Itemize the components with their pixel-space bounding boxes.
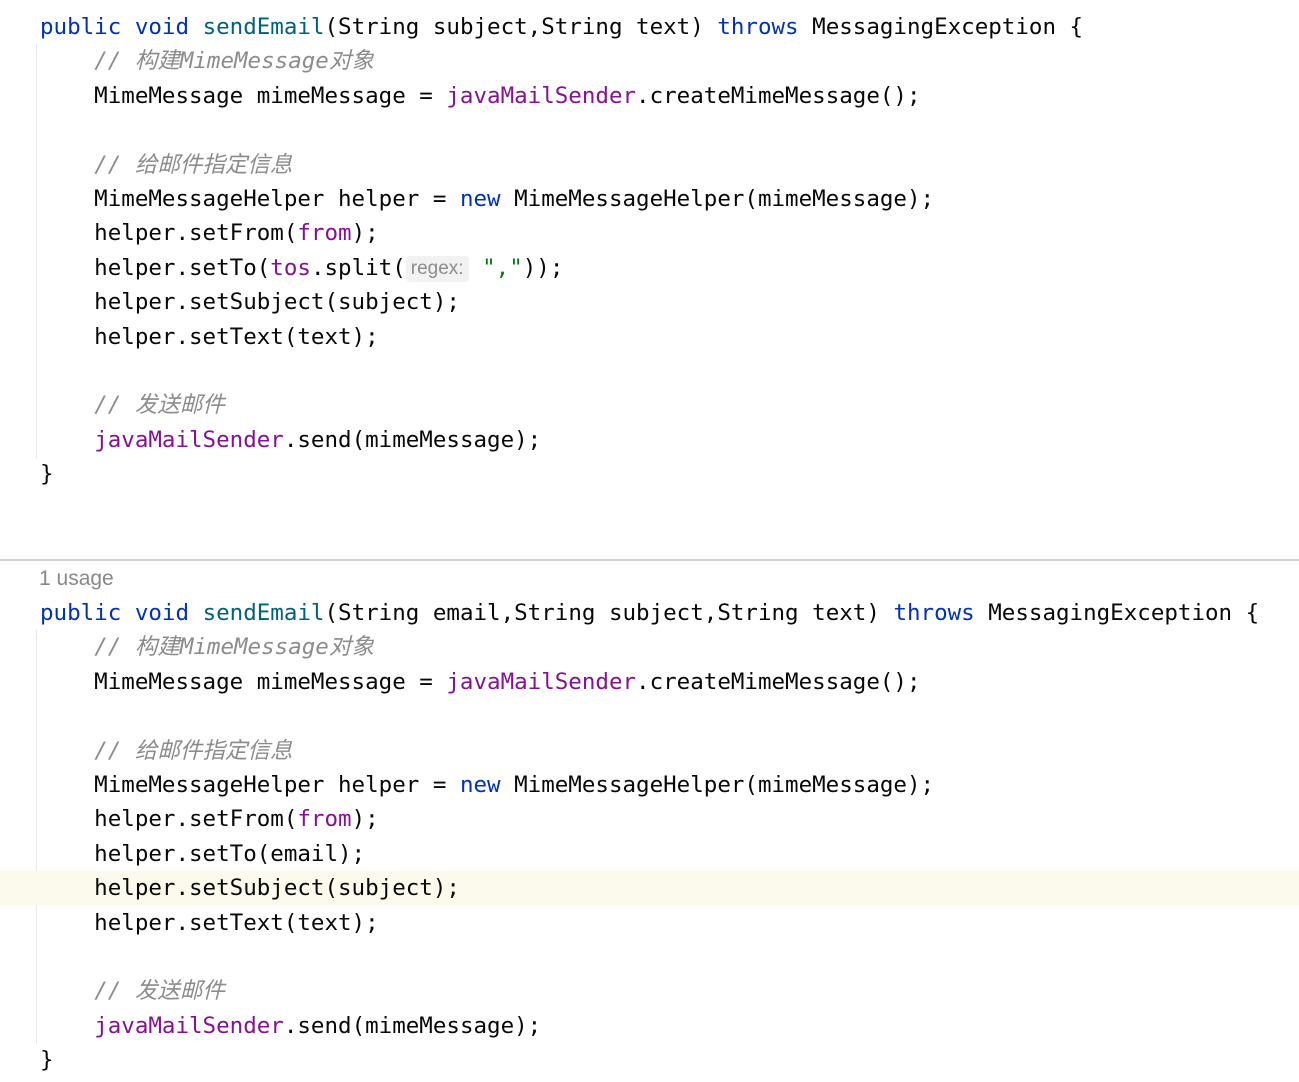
- code-line[interactable]: public void sendEmail(String email,Strin…: [0, 596, 1299, 630]
- code-line[interactable]: helper.setText(text);: [0, 906, 1299, 940]
- code-token: void: [134, 14, 190, 40]
- code-token: MimeMessageHelper(mimeMessage);: [500, 772, 935, 798]
- code-token: javaMailSender: [94, 1012, 284, 1039]
- code-token: MimeMessage mimeMessage =: [40, 82, 447, 109]
- code-line[interactable]: // 构建MimeMessage对象: [0, 630, 1299, 664]
- code-token: MimeMessageHelper helper =: [40, 772, 460, 798]
- code-token: from: [297, 806, 352, 833]
- code-token: tos: [270, 254, 311, 281]
- code-line[interactable]: [0, 354, 1299, 388]
- code-token: .send(mimeMessage);: [283, 1012, 542, 1039]
- method-separator: [0, 559, 1299, 561]
- code-line[interactable]: [0, 699, 1299, 733]
- code-token: MimeMessage mimeMessage =: [40, 668, 447, 695]
- code-line[interactable]: // 给邮件指定信息: [0, 734, 1299, 768]
- code-token: from: [297, 220, 352, 247]
- code-line[interactable]: public void sendEmail(String subject,Str…: [0, 10, 1299, 44]
- code-line[interactable]: }: [0, 1043, 1299, 1077]
- code-token: MessagingException {: [974, 600, 1260, 626]
- code-line[interactable]: // 构建MimeMessage对象: [0, 44, 1299, 78]
- parameter-hint: regex:: [405, 255, 469, 282]
- code-comment: // 给邮件指定信息: [94, 737, 293, 764]
- code-line[interactable]: javaMailSender.send(mimeMessage);: [0, 1009, 1299, 1043]
- code-token: ));: [522, 254, 564, 281]
- code-token: }: [40, 461, 54, 488]
- code-token: );: [351, 220, 379, 247]
- usage-hint[interactable]: 1 usage: [39, 562, 114, 596]
- code-token: helper.setSubject(subject);: [40, 875, 460, 902]
- code-token: }: [40, 1047, 54, 1074]
- code-token: throws: [717, 14, 799, 40]
- code-line[interactable]: MimeMessage mimeMessage = javaMailSender…: [0, 665, 1299, 699]
- code-token: .split(: [310, 254, 406, 281]
- code-comment: // 构建MimeMessage对象: [94, 48, 374, 75]
- code-token: helper.setTo(: [40, 254, 271, 281]
- code-token: .createMimeMessage();: [636, 82, 921, 109]
- code-token: helper.setSubject(subject);: [40, 289, 460, 316]
- code-token: helper.setTo(email);: [40, 840, 366, 867]
- code-comment: // 给邮件指定信息: [94, 151, 293, 178]
- code-token: throws: [893, 600, 975, 626]
- code-token: javaMailSender: [446, 668, 637, 695]
- code-token: helper.setFrom(: [40, 806, 298, 833]
- code-token: javaMailSender: [446, 82, 637, 109]
- code-line[interactable]: [0, 113, 1299, 147]
- code-line[interactable]: [0, 940, 1299, 974]
- code-token: javaMailSender: [94, 426, 284, 453]
- code-token: MimeMessageHelper(mimeMessage);: [500, 186, 935, 212]
- code-line[interactable]: MimeMessage mimeMessage = javaMailSender…: [0, 79, 1299, 113]
- code-line[interactable]: helper.setText(text);: [0, 320, 1299, 354]
- code-token: MessagingException {: [798, 14, 1084, 40]
- code-line[interactable]: helper.setFrom(from);: [0, 802, 1299, 836]
- code-line[interactable]: javaMailSender.send(mimeMessage);: [0, 423, 1299, 457]
- code-token: sendEmail: [202, 600, 325, 626]
- code-token: .send(mimeMessage);: [283, 426, 542, 453]
- code-line[interactable]: MimeMessageHelper helper = new MimeMessa…: [0, 768, 1299, 802]
- code-token: MimeMessageHelper helper =: [40, 186, 460, 212]
- code-line[interactable]: helper.setSubject(subject);: [0, 285, 1299, 319]
- code-token: (String subject,String text): [324, 14, 718, 40]
- code-comment: // 发送邮件: [94, 392, 225, 419]
- code-line[interactable]: helper.setTo(email);: [0, 837, 1299, 871]
- code-token: helper.setFrom(: [40, 220, 298, 247]
- code-line[interactable]: helper.setTo(tos.split(regex: ","));: [0, 251, 1299, 285]
- code-line[interactable]: // 发送邮件: [0, 388, 1299, 422]
- code-line[interactable]: helper.setSubject(subject);: [0, 871, 1299, 906]
- code-token: .createMimeMessage();: [636, 668, 921, 695]
- code-token: helper.setText(text);: [40, 909, 379, 936]
- code-token: void: [134, 600, 190, 626]
- code-token: ",": [482, 254, 523, 281]
- code-line[interactable]: // 给邮件指定信息: [0, 148, 1299, 182]
- code-line[interactable]: helper.setFrom(from);: [0, 216, 1299, 250]
- code-token: );: [351, 806, 379, 833]
- code-token: new: [459, 186, 501, 212]
- code-token: public: [40, 14, 122, 40]
- code-comment: // 构建MimeMessage对象: [94, 634, 374, 661]
- code-line[interactable]: // 发送邮件: [0, 974, 1299, 1008]
- code-token: (String email,String subject,String text…: [324, 600, 894, 626]
- code-token: helper.setText(text);: [40, 323, 379, 350]
- code-token: sendEmail: [202, 14, 325, 40]
- code-token: new: [459, 772, 501, 798]
- code-comment: // 发送邮件: [94, 978, 225, 1005]
- code-line[interactable]: }: [0, 457, 1299, 491]
- code-token: public: [40, 600, 122, 626]
- code-line[interactable]: MimeMessageHelper helper = new MimeMessa…: [0, 182, 1299, 216]
